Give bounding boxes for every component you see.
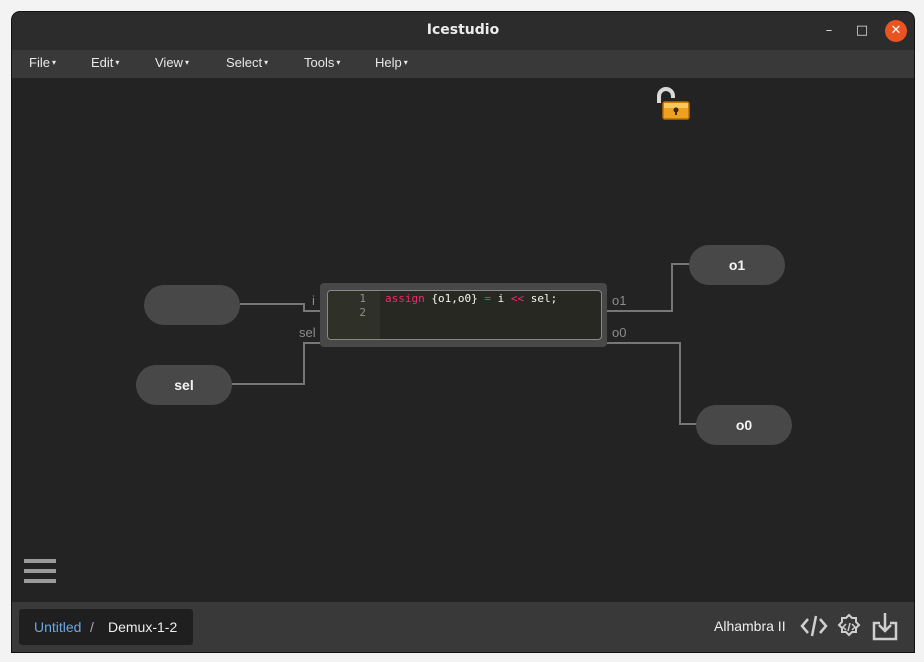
port-label-i: i — [312, 293, 315, 308]
output-pin-o1[interactable]: o1 — [689, 245, 785, 285]
port-label-o1: o1 — [612, 293, 627, 308]
caret-down-icon: ▾ — [115, 58, 120, 67]
title-bar: Icestudio – □ ✕ — [12, 12, 914, 50]
menu-tools[interactable]: Tools ▾ — [304, 55, 340, 70]
wire-i — [240, 303, 320, 312]
menu-file[interactable]: File ▾ — [29, 55, 56, 70]
input-pin-sel[interactable]: sel — [136, 365, 232, 405]
menu-hamburger-icon[interactable] — [24, 559, 56, 589]
input-pin-i[interactable] — [144, 285, 240, 325]
design-canvas[interactable]: sel o1 o0 i sel o1 o0 1 2 assign {o1,o0}… — [12, 78, 914, 602]
output-pin-o0[interactable]: o0 — [696, 405, 792, 445]
breadcrumb: Untitled / Demux-1-2 — [19, 609, 193, 645]
caret-down-icon: ▾ — [264, 58, 269, 67]
minimize-button[interactable]: – — [818, 20, 840, 42]
menu-help[interactable]: Help ▾ — [375, 55, 408, 70]
code-line[interactable]: assign {o1,o0} = i << sel; — [385, 292, 557, 305]
menu-view[interactable]: View ▾ — [155, 55, 189, 70]
menu-select[interactable]: Select ▾ — [226, 55, 268, 70]
code-block[interactable]: 1 2 assign {o1,o0} = i << sel; — [320, 283, 607, 347]
port-label-o0: o0 — [612, 325, 627, 340]
window-title: Icestudio — [426, 22, 500, 38]
app-window: Icestudio – □ ✕ File ▾ Edit ▾ View ▾ Select… — [12, 12, 914, 652]
line-number: 2 — [359, 306, 366, 319]
maximize-button[interactable]: □ — [851, 20, 873, 42]
breadcrumb-project[interactable]: Untitled — [34, 609, 81, 645]
close-button[interactable]: ✕ — [885, 20, 907, 42]
caret-down-icon: ▾ — [403, 58, 408, 67]
port-label-sel: sel — [299, 325, 316, 340]
download-icon[interactable] — [872, 611, 898, 641]
code-editor[interactable]: 1 2 assign {o1,o0} = i << sel; — [327, 290, 602, 340]
menu-edit[interactable]: Edit ▾ — [91, 55, 119, 70]
wire-sel — [232, 342, 320, 385]
line-number: 1 — [359, 292, 366, 305]
caret-down-icon: ▾ — [184, 58, 189, 67]
caret-down-icon: ▾ — [336, 58, 341, 67]
gear-code-icon[interactable] — [835, 613, 863, 641]
menu-bar: File ▾ Edit ▾ View ▾ Select ▾ Tools ▾ Help ▾ — [12, 50, 914, 79]
wire-o0 — [607, 342, 697, 425]
caret-down-icon: ▾ — [51, 58, 56, 67]
breadcrumb-file[interactable]: Demux-1-2 — [108, 609, 177, 645]
breadcrumb-separator: / — [90, 619, 94, 635]
board-selector[interactable]: Alhambra II — [714, 618, 786, 634]
status-bar: Untitled / Demux-1-2 Alhambra II — [12, 602, 914, 652]
line-gutter: 1 2 — [328, 291, 380, 339]
code-icon[interactable] — [800, 613, 828, 639]
